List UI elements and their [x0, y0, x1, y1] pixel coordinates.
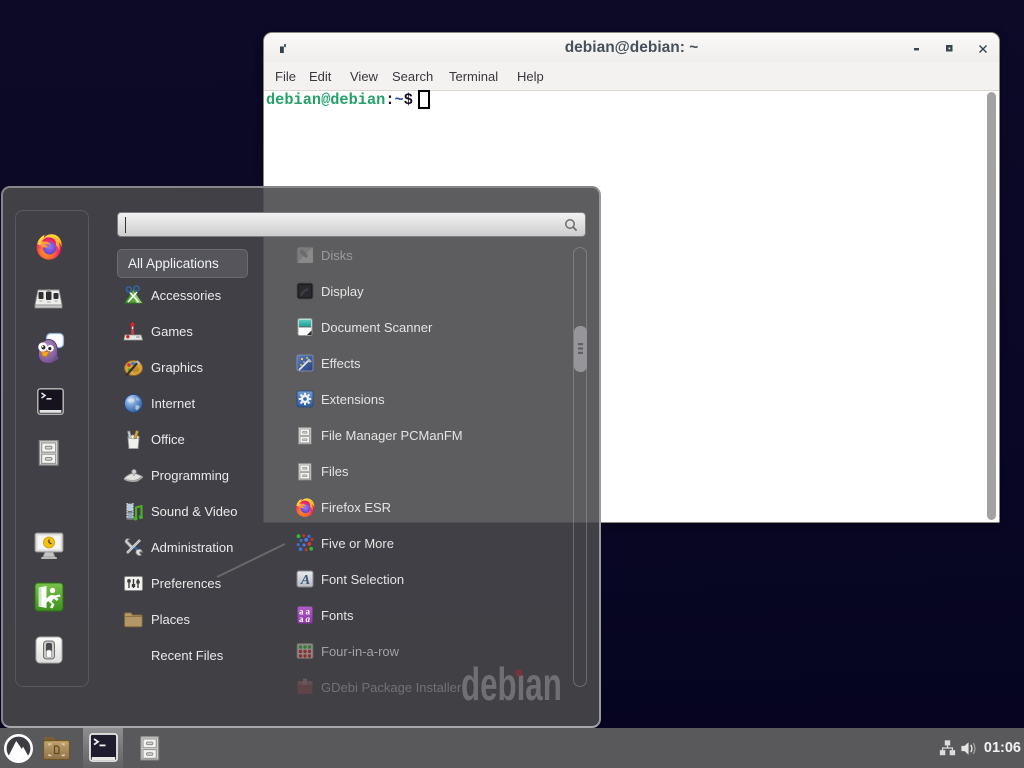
svg-text:a: a — [306, 614, 311, 624]
svg-text:a: a — [299, 614, 304, 624]
svg-text:A: A — [300, 573, 310, 588]
